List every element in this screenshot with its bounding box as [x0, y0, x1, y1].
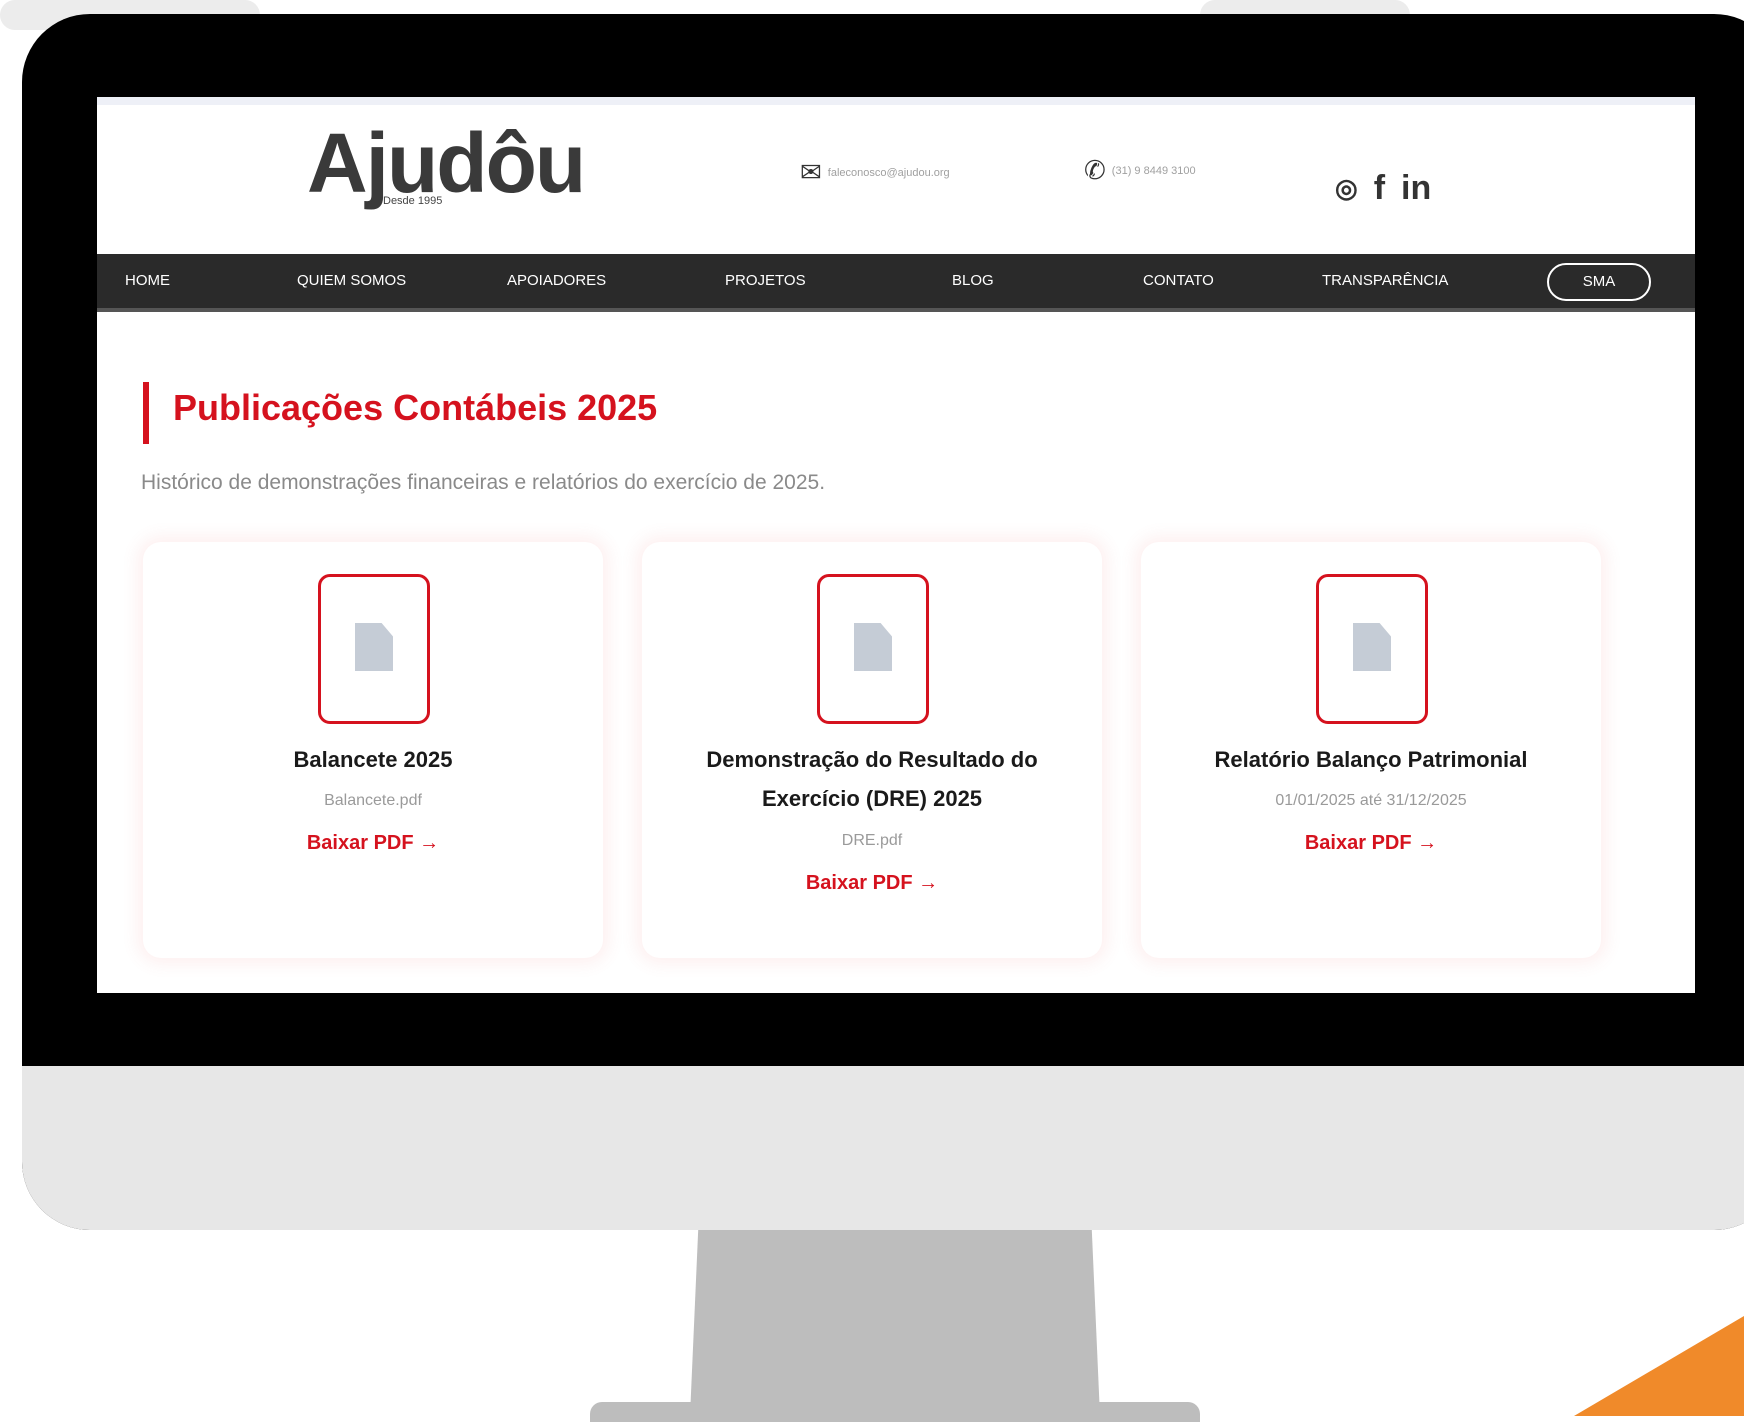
- download-pdf-link[interactable]: Baixar PDF →: [1161, 832, 1581, 855]
- nav-projetos[interactable]: PROJETOS: [725, 272, 806, 289]
- sma-button[interactable]: SMA: [1547, 263, 1651, 301]
- site-header: Ajudôu Desde 1995 ✉ faleconosco@ajudou.o…: [97, 97, 1695, 254]
- card-title: Balancete 2025: [293, 747, 453, 772]
- main-navigation: HOME QUIEM SOMOS APOIADORES PROJETOS BLO…: [97, 254, 1695, 312]
- download-pdf-link[interactable]: Baixar PDF →: [163, 832, 583, 855]
- card-title-line2: Exercício (DRE) 2025: [761, 786, 983, 811]
- publication-card-balanco-patrimonial: Relatório Balanço Patrimonial 01/01/2025…: [1141, 542, 1601, 958]
- card-date-range: 01/01/2025 até 31/12/2025: [1275, 792, 1467, 809]
- orange-corner-decoration: [1574, 1316, 1744, 1416]
- instagram-icon[interactable]: ◎: [1335, 173, 1358, 204]
- phone-contact[interactable]: ✆ (31) 9 8449 3100: [1084, 155, 1196, 186]
- card-title: Relatório Balanço Patrimonial: [1214, 747, 1528, 772]
- document-icon: [854, 623, 892, 671]
- card-file-name: Balancete.pdf: [324, 792, 422, 809]
- logo-text: Ajudôu: [307, 116, 586, 210]
- nav-transparencia[interactable]: TRANSPARÊNCIA: [1322, 272, 1448, 289]
- monitor-chin: [22, 1066, 1744, 1230]
- email-address: faleconosco@ajudou.org: [827, 166, 950, 179]
- card-title-line1: Demonstração do Resultado do: [706, 747, 1038, 772]
- nav-quiem-somos[interactable]: QUIEM SOMOS: [297, 272, 406, 289]
- document-icon: [355, 623, 393, 671]
- monitor-stand-neck: [690, 1230, 1100, 1416]
- linkedin-icon[interactable]: in: [1401, 169, 1431, 208]
- mail-icon: ✉: [800, 157, 822, 187]
- monitor-stand-foot: [590, 1402, 1200, 1422]
- nav-blog[interactable]: BLOG: [952, 272, 994, 289]
- publication-card-balancete: Balancete 2025 Balancete.pdf Baixar PDF …: [143, 542, 603, 958]
- document-icon: [1353, 623, 1391, 671]
- facebook-icon[interactable]: f: [1374, 169, 1385, 208]
- publication-card-dre: Demonstração do Resultado do Exercício (…: [642, 542, 1102, 958]
- email-contact[interactable]: ✉ faleconosco@ajudou.org: [800, 157, 950, 188]
- document-icon-box: [1316, 574, 1428, 724]
- document-icon-box: [318, 574, 430, 724]
- document-icon-box: [817, 574, 929, 724]
- website-screen: Ajudôu Desde 1995 ✉ faleconosco@ajudou.o…: [97, 97, 1695, 993]
- page-subtitle: Histórico de demonstrações financeiras e…: [141, 471, 826, 494]
- nav-apoiadores[interactable]: APOIADORES: [507, 272, 606, 289]
- whatsapp-icon: ✆: [1084, 155, 1106, 185]
- nav-contato[interactable]: CONTATO: [1143, 272, 1214, 289]
- nav-home[interactable]: HOME: [125, 272, 170, 289]
- logo-subtitle: Desde 1995: [383, 195, 443, 207]
- title-accent-bar: [143, 382, 149, 444]
- site-logo[interactable]: Ajudôu: [307, 115, 586, 212]
- page-title: Publicações Contábeis 2025: [173, 387, 658, 428]
- card-file-name: DRE.pdf: [841, 832, 903, 849]
- social-links: ◎ f in: [1335, 169, 1431, 208]
- phone-number: (31) 9 8449 3100: [1111, 164, 1196, 177]
- download-pdf-link[interactable]: Baixar PDF →: [662, 872, 1082, 895]
